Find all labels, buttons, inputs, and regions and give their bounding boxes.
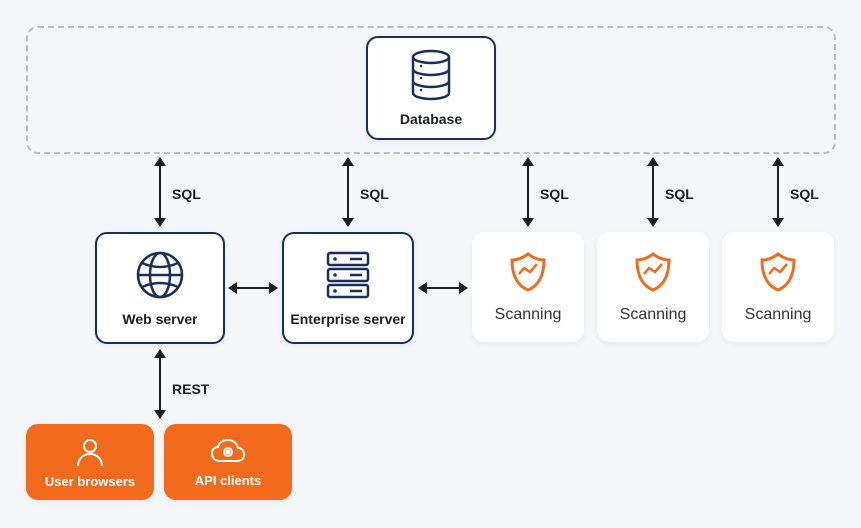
node-scanning-1: Scanning [472, 232, 584, 342]
label-sql-enterprise: SQL [360, 186, 389, 202]
label-sql-scan1: SQL [540, 186, 569, 202]
label-sql-scan3: SQL [790, 186, 819, 202]
arrow-db-scan1 [527, 166, 529, 218]
scanning-3-label: Scanning [745, 306, 812, 324]
globe-icon [134, 249, 186, 301]
node-scanning-2: Scanning [597, 232, 709, 342]
node-database: Database [366, 36, 496, 140]
enterprise-server-label: Enterprise server [290, 311, 405, 327]
arrow-enterprise-scan [427, 287, 459, 289]
scanning-2-label: Scanning [620, 306, 687, 324]
shield-icon [506, 250, 550, 294]
architecture-diagram: Database Web server [0, 0, 861, 528]
user-browsers-label: User browsers [45, 474, 135, 489]
web-server-label: Web server [122, 311, 197, 327]
node-api-clients: API clients [164, 424, 292, 500]
user-icon [74, 436, 106, 468]
api-clients-label: API clients [195, 473, 261, 488]
node-user-browsers: User browsers [26, 424, 154, 500]
node-scanning-3: Scanning [722, 232, 834, 342]
shield-icon [631, 250, 675, 294]
arrow-db-web [159, 166, 161, 218]
arrow-db-scan2 [652, 166, 654, 218]
node-web-server: Web server [95, 232, 225, 344]
arrow-db-enterprise [347, 166, 349, 218]
arrow-db-scan3 [777, 166, 779, 218]
arrow-web-enterprise [237, 287, 269, 289]
scanning-1-label: Scanning [495, 306, 562, 324]
label-sql-scan2: SQL [665, 186, 694, 202]
label-rest: REST [172, 381, 209, 397]
cloud-gear-icon [209, 437, 247, 467]
database-icon [408, 49, 454, 101]
database-label: Database [400, 111, 462, 127]
node-enterprise-server: Enterprise server [282, 232, 414, 344]
server-icon [322, 249, 374, 301]
shield-icon [756, 250, 800, 294]
label-sql-web: SQL [172, 186, 201, 202]
arrow-web-clients [159, 358, 161, 410]
